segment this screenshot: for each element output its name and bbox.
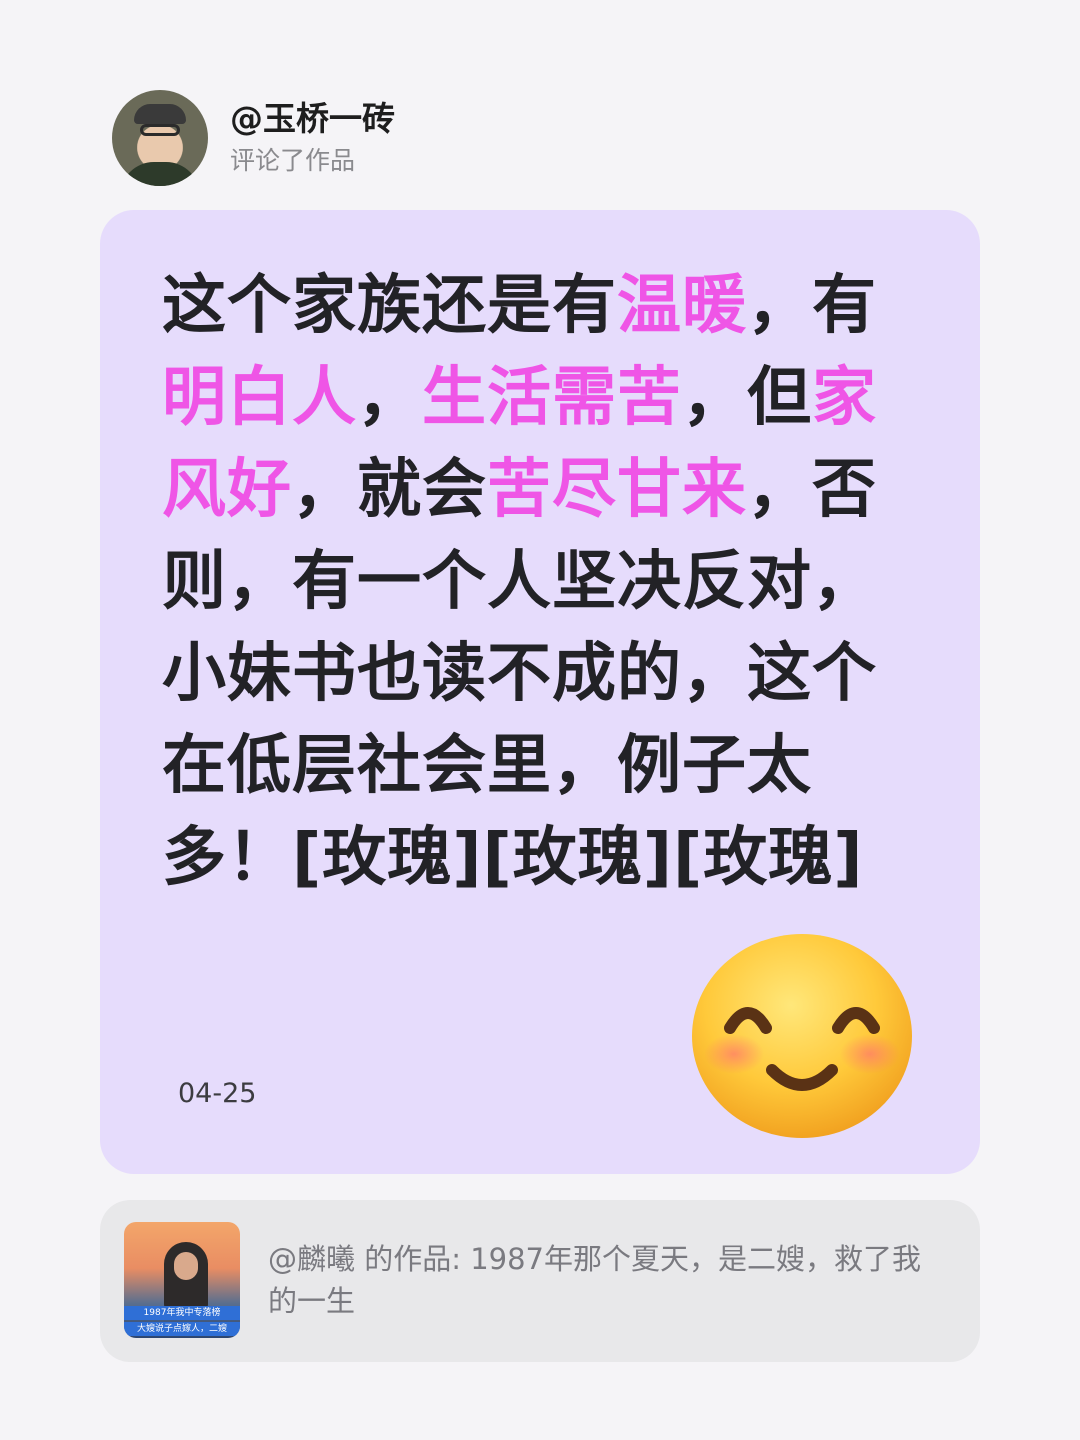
thumbnail-face: [174, 1252, 198, 1280]
action-text: 评论了作品: [230, 146, 356, 175]
work-title[interactable]: @麟曦 的作品: 1987年那个夏天，是二嫂，救了我的一生: [268, 1238, 948, 1322]
highlighted-phrase: 生活需苦: [422, 361, 682, 435]
linked-work-card[interactable]: 1987年我中专落榜 大嫂说子点嫁人，二嫂 @麟曦 的作品: 1987年那个夏天…: [100, 1200, 980, 1362]
comment-text: 这个家族还是有温暖，有明白人，生活需苦，但家风好，就会苦尽甘来，否则，有一个人坚…: [162, 260, 912, 904]
comment-segment: ，: [357, 361, 422, 435]
smiling-face-icon: [692, 934, 912, 1138]
comment-segment: ，就会: [292, 453, 487, 527]
comment-segment: ，有: [747, 269, 877, 343]
comment-card: 这个家族还是有温暖，有明白人，生活需苦，但家风好，就会苦尽甘来，否则，有一个人坚…: [100, 210, 980, 1174]
user-avatar[interactable]: [112, 90, 208, 186]
comment-segment: ，但: [682, 361, 812, 435]
user-meta: @玉桥一砖 评论了作品: [230, 97, 395, 179]
username[interactable]: @玉桥一砖: [230, 97, 395, 141]
work-thumbnail[interactable]: 1987年我中专落榜 大嫂说子点嫁人，二嫂: [124, 1222, 240, 1338]
comment-segment: 这个家族还是有: [162, 269, 617, 343]
comment-header: @玉桥一砖 评论了作品: [112, 88, 395, 188]
comment-share-page: @玉桥一砖 评论了作品 这个家族还是有温暖，有明白人，生活需苦，但家风好，就会苦…: [0, 0, 1080, 1440]
comment-date: 04-25: [178, 1078, 257, 1109]
thumbnail-caption: 大嫂说子点嫁人，二嫂: [124, 1322, 240, 1336]
thumbnail-caption: 1987年我中专落榜: [124, 1306, 240, 1320]
avatar-hair: [134, 104, 186, 124]
avatar-glasses: [140, 124, 180, 136]
highlighted-phrase: 苦尽甘来: [487, 453, 747, 527]
highlighted-phrase: 明白人: [162, 361, 357, 435]
avatar-shirt: [120, 162, 200, 186]
highlighted-phrase: 温暖: [617, 269, 747, 343]
